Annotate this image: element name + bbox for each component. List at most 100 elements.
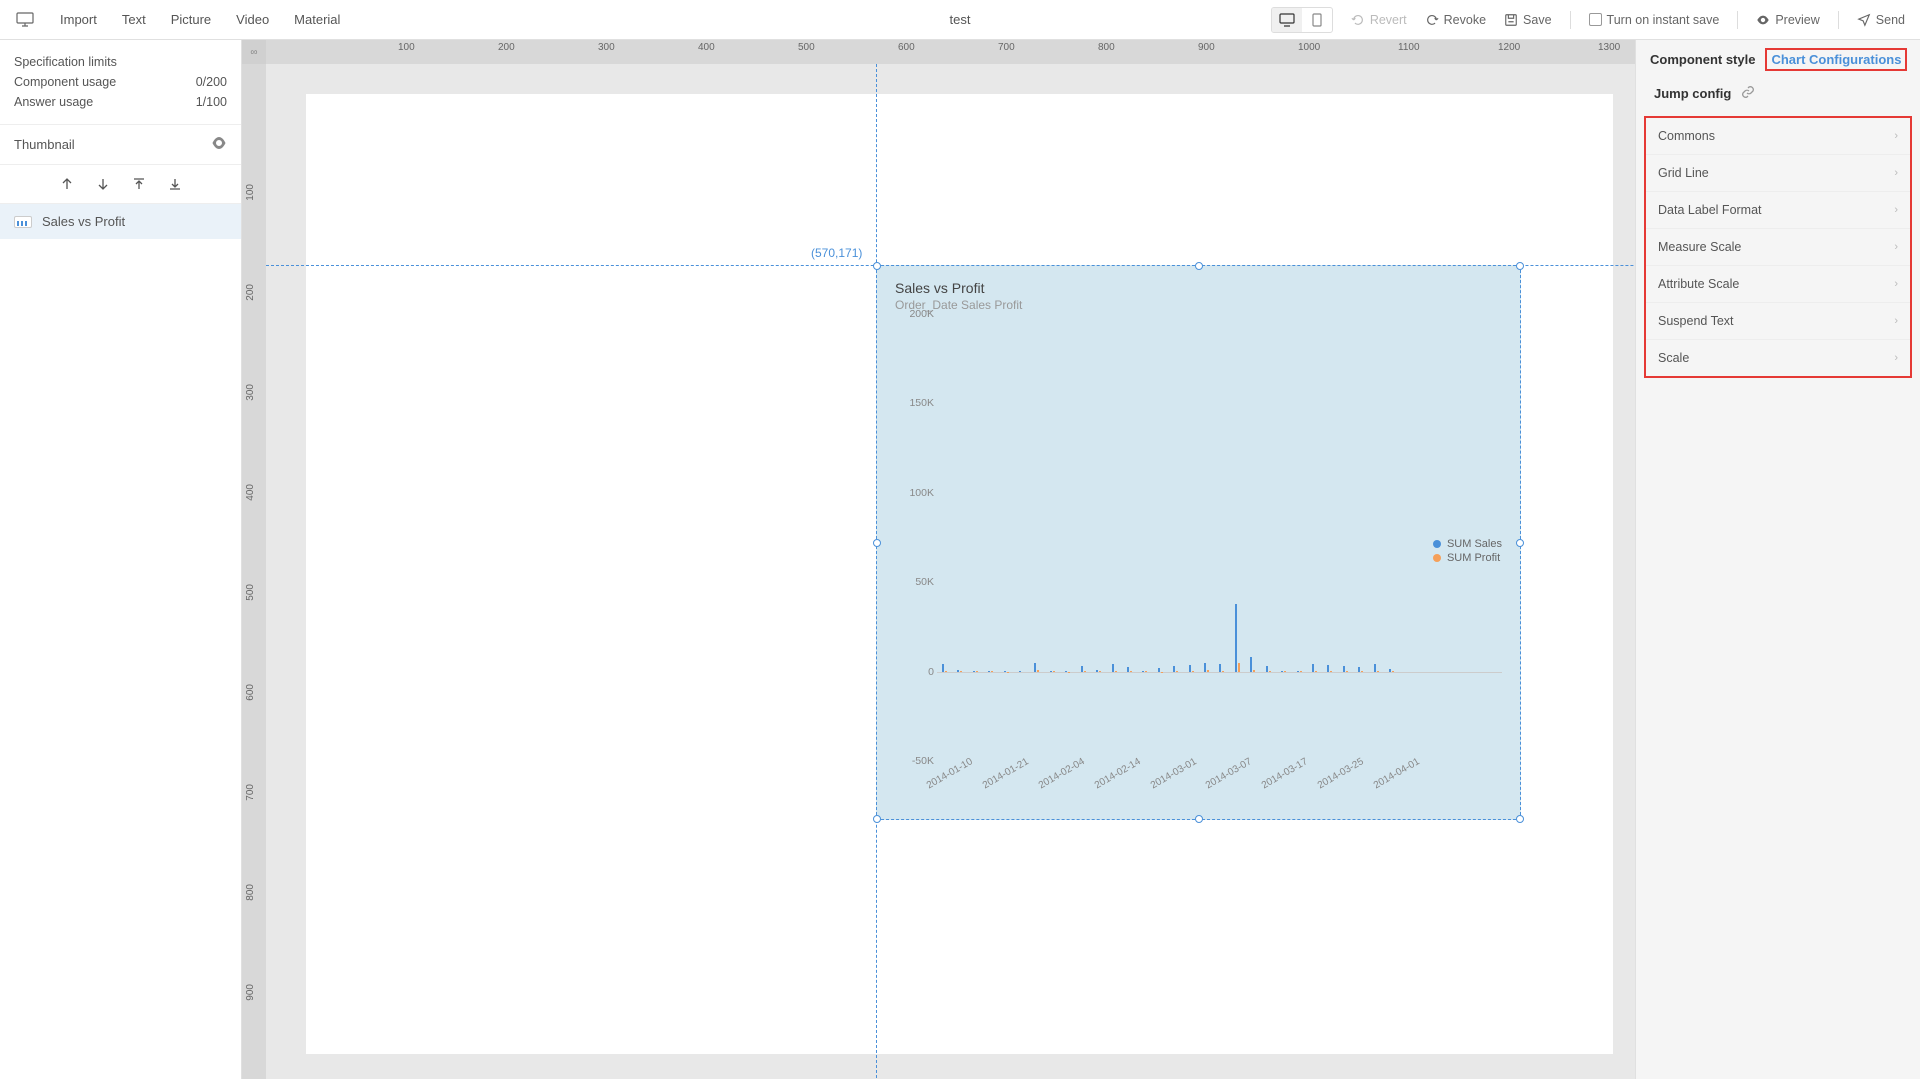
menu-import[interactable]: Import	[60, 12, 97, 27]
send-button[interactable]: Send	[1857, 13, 1905, 27]
config-item[interactable]: Grid Line ›	[1646, 155, 1910, 192]
config-item[interactable]: Attribute Scale›	[1646, 266, 1910, 303]
chart-bar	[1250, 657, 1252, 671]
chart-plot: 200K150K100K50K0-50K 2014-01-102014-01-2…	[937, 314, 1502, 759]
chart-bar	[1235, 604, 1237, 672]
ruler-mark: 100	[245, 184, 256, 201]
jump-config-label: Jump config	[1654, 86, 1731, 101]
ruler-mark: 200	[245, 284, 256, 301]
config-item[interactable]: Scale›	[1646, 340, 1910, 376]
chart-subtitle: Order_Date Sales Profit	[895, 298, 1502, 312]
tab-chart-configurations[interactable]: Chart Configurations	[1771, 52, 1901, 67]
y-tick: -50K	[912, 755, 934, 767]
ruler-mark: 200	[498, 42, 515, 53]
chart-bar	[1361, 671, 1363, 672]
link-icon[interactable]	[1741, 85, 1755, 102]
chart-bar	[1158, 668, 1160, 672]
preview-button[interactable]: Preview	[1756, 13, 1819, 27]
chart-bar	[1189, 665, 1191, 671]
monitor-icon[interactable]	[15, 10, 35, 30]
chart-bar	[1037, 670, 1039, 671]
chevron-right-icon: ›	[1894, 167, 1898, 179]
chart-bar	[973, 671, 975, 672]
answer-usage-value: 1/100	[196, 95, 227, 109]
device-toggle	[1271, 7, 1333, 33]
ruler-mark: 600	[898, 42, 915, 53]
ruler-mark: 400	[698, 42, 715, 53]
y-tick: 50K	[915, 576, 934, 588]
ruler-mark: 1100	[1398, 42, 1420, 53]
move-down-icon[interactable]	[94, 175, 112, 193]
chart-bar	[1346, 671, 1348, 672]
ruler-horizontal[interactable]: 1002003004005006007008009001000110012001…	[266, 40, 1635, 64]
answer-usage-label: Answer usage	[14, 95, 93, 109]
ruler-mark: 300	[598, 42, 615, 53]
tab-component-style[interactable]: Component style	[1650, 52, 1755, 67]
y-tick: 150K	[909, 397, 934, 409]
desktop-device-button[interactable]	[1272, 8, 1302, 32]
chart-bar	[1034, 663, 1036, 672]
revert-button[interactable]: Revert	[1351, 13, 1407, 27]
resize-handle[interactable]	[1195, 815, 1203, 823]
menu-material[interactable]: Material	[294, 12, 340, 27]
resize-handle[interactable]	[1195, 262, 1203, 270]
mobile-device-button[interactable]	[1302, 8, 1332, 32]
instant-save-toggle[interactable]: Turn on instant save	[1589, 13, 1720, 27]
resize-handle[interactable]	[1516, 815, 1524, 823]
layer-item[interactable]: Sales vs Profit	[0, 204, 241, 239]
chevron-right-icon: ›	[1894, 130, 1898, 142]
menu-text[interactable]: Text	[122, 12, 146, 27]
resize-handle[interactable]	[873, 262, 881, 270]
ruler-mark: 300	[245, 384, 256, 401]
config-item-label: Attribute Scale	[1658, 277, 1739, 291]
move-up-icon[interactable]	[58, 175, 76, 193]
chart-bar	[1096, 670, 1098, 671]
chart-bar	[1343, 666, 1345, 671]
config-list: Commons›Grid Line›Data Label Format›Meas…	[1644, 116, 1912, 378]
chart-bar	[1004, 671, 1006, 672]
chart-bar	[1019, 671, 1021, 672]
config-item[interactable]: Suspend Text›	[1646, 303, 1910, 340]
x-tick: 2014-03-01	[1148, 756, 1198, 791]
save-button[interactable]: Save	[1504, 13, 1552, 27]
ruler-vertical[interactable]: 100200300400500600700800900	[242, 64, 266, 1079]
config-item-label: Data Label Format	[1658, 203, 1762, 217]
move-to-top-icon[interactable]	[130, 175, 148, 193]
config-item[interactable]: Data Label Format›	[1646, 192, 1910, 229]
chart-legend: SUM Sales SUM Profit	[1433, 536, 1502, 566]
config-item-label: Grid Line	[1658, 166, 1709, 180]
chart-bar	[1297, 671, 1299, 672]
resize-handle[interactable]	[873, 539, 881, 547]
ruler-corner: ∞	[242, 40, 266, 64]
ruler-mark: 1000	[1298, 42, 1320, 53]
ruler-mark: 100	[398, 42, 415, 53]
chart-bar	[1176, 671, 1178, 672]
ruler-mark: 400	[245, 484, 256, 501]
menu-picture[interactable]: Picture	[171, 12, 211, 27]
visibility-icon[interactable]	[211, 137, 227, 152]
config-item[interactable]: Commons›	[1646, 118, 1910, 155]
x-tick: 2014-03-07	[1204, 756, 1254, 791]
left-panel: Specification limits Component usage0/20…	[0, 40, 242, 1079]
resize-handle[interactable]	[1516, 539, 1524, 547]
layer-name: Sales vs Profit	[42, 214, 125, 229]
x-tick: 2014-03-25	[1316, 756, 1366, 791]
resize-handle[interactable]	[1516, 262, 1524, 270]
chart-bar	[1173, 666, 1175, 671]
config-item-label: Suspend Text	[1658, 314, 1734, 328]
canvas-page[interactable]: (570,171) Sales vs Profit Order_Date Sal…	[306, 94, 1613, 1054]
chart-title: Sales vs Profit	[895, 280, 1502, 296]
chart-bar	[1312, 664, 1314, 672]
menu-video[interactable]: Video	[236, 12, 269, 27]
chart-bar	[1330, 671, 1332, 672]
resize-handle[interactable]	[873, 815, 881, 823]
chart-bar	[942, 664, 944, 671]
chart-component[interactable]: Sales vs Profit Order_Date Sales Profit …	[876, 265, 1521, 820]
chart-bar	[1358, 667, 1360, 671]
legend-dot-icon	[1433, 554, 1441, 562]
config-item[interactable]: Measure Scale›	[1646, 229, 1910, 266]
chevron-right-icon: ›	[1894, 241, 1898, 253]
chart-bar	[1142, 671, 1144, 672]
revoke-button[interactable]: Revoke	[1425, 13, 1486, 27]
move-to-bottom-icon[interactable]	[166, 175, 184, 193]
